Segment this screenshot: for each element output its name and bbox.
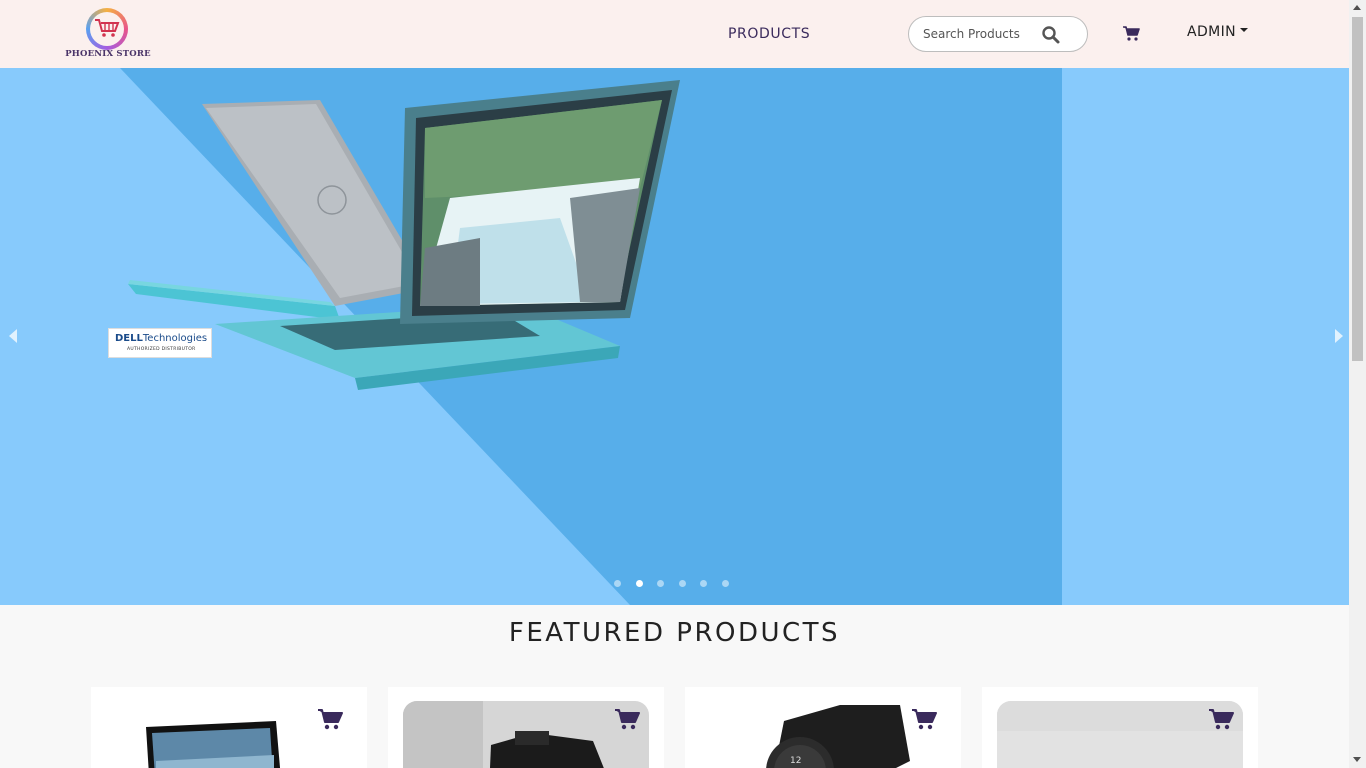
cart-icon[interactable] xyxy=(1122,24,1140,42)
nav-products-link[interactable]: PRODUCTS xyxy=(728,26,810,42)
carousel-indicator-dot[interactable] xyxy=(614,580,621,587)
add-to-cart-icon[interactable] xyxy=(317,707,343,731)
product-card[interactable]: 12 xyxy=(685,687,961,768)
carousel-next-button[interactable] xyxy=(1328,326,1348,346)
scroll-thumb[interactable] xyxy=(1352,17,1363,361)
page-scrollbar[interactable] xyxy=(1349,0,1366,768)
caret-down-icon xyxy=(1240,28,1249,32)
carousel-slide: DELLTechnologies AUTHORIZED DISTRIBUTOR xyxy=(0,68,1062,605)
carousel-prev-button[interactable] xyxy=(4,326,24,346)
scroll-up-arrow-icon[interactable] xyxy=(1353,5,1361,10)
featured-title: FEATURED PRODUCTS xyxy=(508,618,841,648)
product-image xyxy=(403,701,649,768)
search-input[interactable] xyxy=(923,25,1033,43)
add-to-cart-icon[interactable] xyxy=(1208,707,1234,731)
brand-name: PHOENIX STORE xyxy=(65,49,151,59)
hero-carousel: DELLTechnologies AUTHORIZED DISTRIBUTOR xyxy=(0,68,1349,605)
store-logo[interactable]: PHOENIX STORE xyxy=(62,6,154,62)
product-card[interactable] xyxy=(982,687,1258,768)
product-image xyxy=(997,701,1243,768)
dell-badge: DELLTechnologies AUTHORIZED DISTRIBUTOR xyxy=(108,328,212,358)
product-image xyxy=(146,721,281,768)
badge-subtitle: AUTHORIZED DISTRIBUTOR xyxy=(127,347,196,352)
add-to-cart-icon[interactable] xyxy=(614,707,640,731)
logo-cart-icon xyxy=(95,19,120,37)
product-image: 12 xyxy=(766,705,910,768)
laptop-image xyxy=(128,80,680,390)
carousel-indicator-dot[interactable] xyxy=(657,580,664,587)
admin-dropdown[interactable]: ADMIN xyxy=(1187,24,1249,40)
navbar: PHOENIX STORE PRODUCTS ADMIN xyxy=(0,0,1349,68)
carousel-indicator-dot[interactable] xyxy=(635,580,643,587)
search-box xyxy=(908,16,1088,52)
carousel-indicator-dot[interactable] xyxy=(721,580,729,587)
search-icon[interactable] xyxy=(1041,25,1061,45)
add-to-cart-icon[interactable] xyxy=(911,707,937,731)
badge-brand: DELLTechnologies xyxy=(115,333,208,344)
product-card[interactable] xyxy=(388,687,664,768)
admin-label: ADMIN xyxy=(1187,24,1237,40)
carousel-indicator-dot[interactable] xyxy=(700,580,707,587)
scroll-down-arrow-icon[interactable] xyxy=(1353,757,1361,762)
svg-text:12: 12 xyxy=(790,756,801,766)
carousel-indicator-dot[interactable] xyxy=(678,580,686,587)
product-card[interactable] xyxy=(91,687,367,768)
